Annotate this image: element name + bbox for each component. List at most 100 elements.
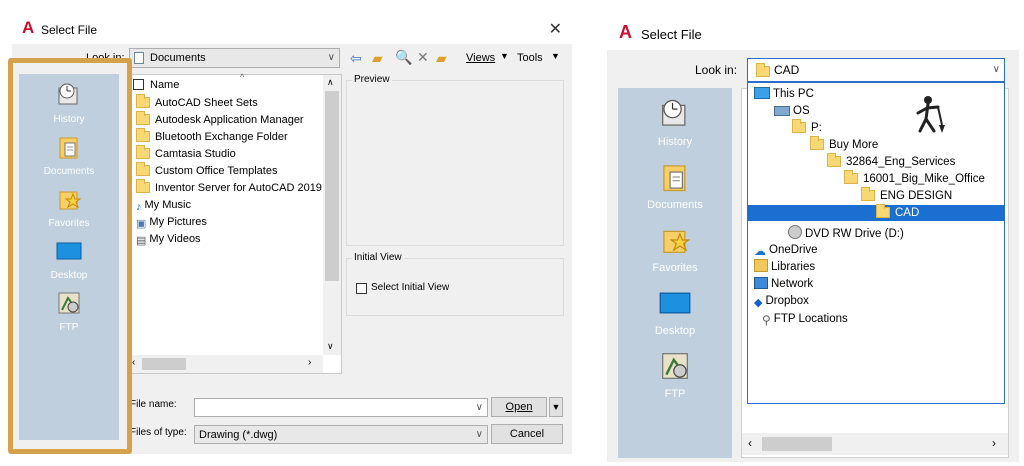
tree-item-16001-big-mike-office[interactable]: 16001_Big_Mike_Office: [844, 170, 985, 187]
look-in-combobox[interactable]: CAD ∨: [747, 58, 1005, 82]
list-item[interactable]: ▣ My Pictures: [136, 214, 207, 230]
drive-icon: [774, 106, 790, 116]
folder-icon: [136, 111, 150, 125]
scroll-left-icon[interactable]: ‹: [132, 357, 135, 368]
list-item[interactable]: Autodesk Application Manager: [136, 111, 304, 128]
scroll-down-icon[interactable]: ∨: [327, 341, 334, 352]
up-folder-icon[interactable]: ▰: [372, 50, 383, 66]
ftp-icon: [662, 353, 688, 379]
tree-item-network[interactable]: Network: [754, 276, 813, 292]
list-item[interactable]: Custom Office Templates: [136, 162, 277, 179]
libraries-icon: [754, 259, 768, 272]
folder-icon: [136, 145, 150, 159]
places-ftp[interactable]: FTP: [618, 350, 732, 400]
list-item[interactable]: ▤ My Videos: [136, 231, 201, 247]
scroll-right-icon[interactable]: ›: [992, 436, 996, 450]
chevron-down-icon[interactable]: ∨: [476, 401, 483, 412]
chevron-down-icon[interactable]: ∨: [993, 64, 1000, 75]
delete-icon[interactable]: ✕: [417, 49, 429, 65]
tree-item-cad-selected[interactable]: CAD: [748, 204, 1004, 221]
tree-item-label: ENG DESIGN: [880, 190, 953, 202]
tree-item-dvd-rw-drive[interactable]: DVD RW Drive (D:): [788, 225, 904, 241]
file-list[interactable]: ^ Name AutoCAD Sheet Sets Autodesk Appli…: [127, 72, 342, 374]
list-item[interactable]: Camtasia Studio: [136, 145, 236, 162]
open-options-button[interactable]: ▼: [549, 397, 563, 417]
scroll-thumb[interactable]: [142, 358, 186, 370]
look-in-combobox[interactable]: Documents ∨: [129, 48, 340, 68]
busy-worker-icon: [916, 96, 945, 133]
select-file-dialog-right: A Select File Look in: CAD ∨ History Doc…: [607, 14, 1019, 462]
files-of-type-value: Drawing (*.dwg): [199, 429, 278, 441]
vertical-scrollbar[interactable]: ∧ ∨: [323, 75, 341, 355]
views-dropdown-icon[interactable]: ▼: [500, 51, 509, 61]
list-item[interactable]: ♪ My Music: [136, 197, 191, 213]
file-name-input[interactable]: ∨: [194, 398, 488, 417]
file-name-label: File name:: [130, 399, 177, 410]
list-item-label: My Pictures: [149, 216, 207, 228]
music-icon: ♪: [136, 201, 142, 213]
favorites-icon: [663, 230, 691, 253]
dropbox-icon: ◆: [754, 297, 763, 309]
tree-item-label: Dropbox: [765, 295, 809, 307]
tree-item-ftp-locations[interactable]: ⚲ FTP Locations: [762, 311, 848, 327]
folder-icon: [136, 94, 150, 108]
tree-item-p-drive[interactable]: P:: [792, 119, 822, 136]
back-icon[interactable]: ⇦: [350, 50, 362, 66]
tools-dropdown-icon[interactable]: ▼: [551, 51, 560, 61]
tree-item-eng-design[interactable]: ENG DESIGN: [861, 187, 953, 204]
tree-item-dropbox[interactable]: ◆ Dropbox: [754, 293, 809, 309]
horizontal-scrollbar[interactable]: ‹ ›: [742, 433, 1008, 455]
tree-item-label: This PC: [773, 88, 814, 100]
tree-item-buy-more[interactable]: Buy More: [810, 136, 878, 153]
tools-menu[interactable]: Tools: [517, 52, 543, 64]
documents-small-icon: [134, 52, 144, 64]
places-favorites[interactable]: Favorites: [618, 224, 732, 274]
horizontal-scrollbar[interactable]: ‹ ›: [128, 355, 323, 373]
chevron-down-icon[interactable]: ∨: [328, 52, 335, 63]
scroll-right-icon[interactable]: ›: [308, 357, 311, 368]
tree-item-libraries[interactable]: Libraries: [754, 259, 815, 275]
close-button[interactable]: ✕: [549, 19, 562, 39]
tree-item-label: FTP Locations: [773, 313, 848, 325]
places-documents[interactable]: Documents: [618, 161, 732, 211]
title-bar: A Select File: [607, 14, 1019, 50]
scroll-left-icon[interactable]: ‹: [748, 436, 752, 450]
dialog-title: Select File: [641, 27, 702, 42]
scroll-up-icon[interactable]: ∧: [327, 77, 334, 88]
places-bar: History Documents Favorites Desktop FTP: [618, 88, 732, 458]
folder-icon: [861, 187, 875, 201]
name-column-header[interactable]: Name: [150, 79, 179, 91]
search-web-icon[interactable]: 🔍: [395, 49, 412, 65]
tree-item-os[interactable]: OS: [774, 103, 810, 119]
tree-item-label: 16001_Big_Mike_Office: [863, 173, 985, 185]
select-all-checkbox[interactable]: [133, 79, 144, 90]
onedrive-icon: ☁: [754, 244, 766, 258]
open-button[interactable]: Open: [491, 397, 547, 417]
initial-view-group: Initial View Select Initial View: [346, 252, 564, 316]
select-initial-view-checkbox[interactable]: [356, 283, 367, 294]
scroll-thumb[interactable]: [762, 437, 832, 451]
chevron-down-icon[interactable]: ∨: [476, 428, 483, 439]
cancel-button-label: Cancel: [509, 428, 545, 440]
places-desktop[interactable]: Desktop: [618, 287, 732, 337]
tree-item-32864-eng-services[interactable]: 32864_Eng_Services: [827, 153, 955, 170]
tree-item-label: DVD RW Drive (D:): [805, 228, 904, 240]
views-menu[interactable]: Views: [466, 52, 495, 64]
list-item-label: AutoCAD Sheet Sets: [155, 97, 258, 109]
cancel-button[interactable]: Cancel: [491, 424, 563, 444]
list-item[interactable]: AutoCAD Sheet Sets: [136, 94, 258, 111]
scroll-thumb[interactable]: [325, 91, 339, 281]
new-folder-icon[interactable]: ▰: [436, 50, 447, 66]
list-item[interactable]: Bluetooth Exchange Folder: [136, 128, 288, 145]
places-history[interactable]: History: [618, 98, 732, 148]
files-of-type-select[interactable]: Drawing (*.dwg) ∨: [194, 425, 488, 444]
folder-icon: [792, 119, 806, 133]
tree-item-label: Network: [771, 278, 814, 290]
folder-icon: [844, 170, 858, 184]
look-in-dropdown-tree[interactable]: This PC OS P: Buy More 32864_Eng_Service…: [747, 82, 1005, 404]
list-item[interactable]: Inventor Server for AutoCAD 2019: [136, 179, 322, 196]
folder-icon: [756, 63, 770, 77]
tree-item-onedrive[interactable]: ☁ OneDrive: [754, 242, 818, 258]
tree-item-this-pc[interactable]: This PC: [754, 86, 814, 102]
folder-icon: [810, 136, 824, 150]
